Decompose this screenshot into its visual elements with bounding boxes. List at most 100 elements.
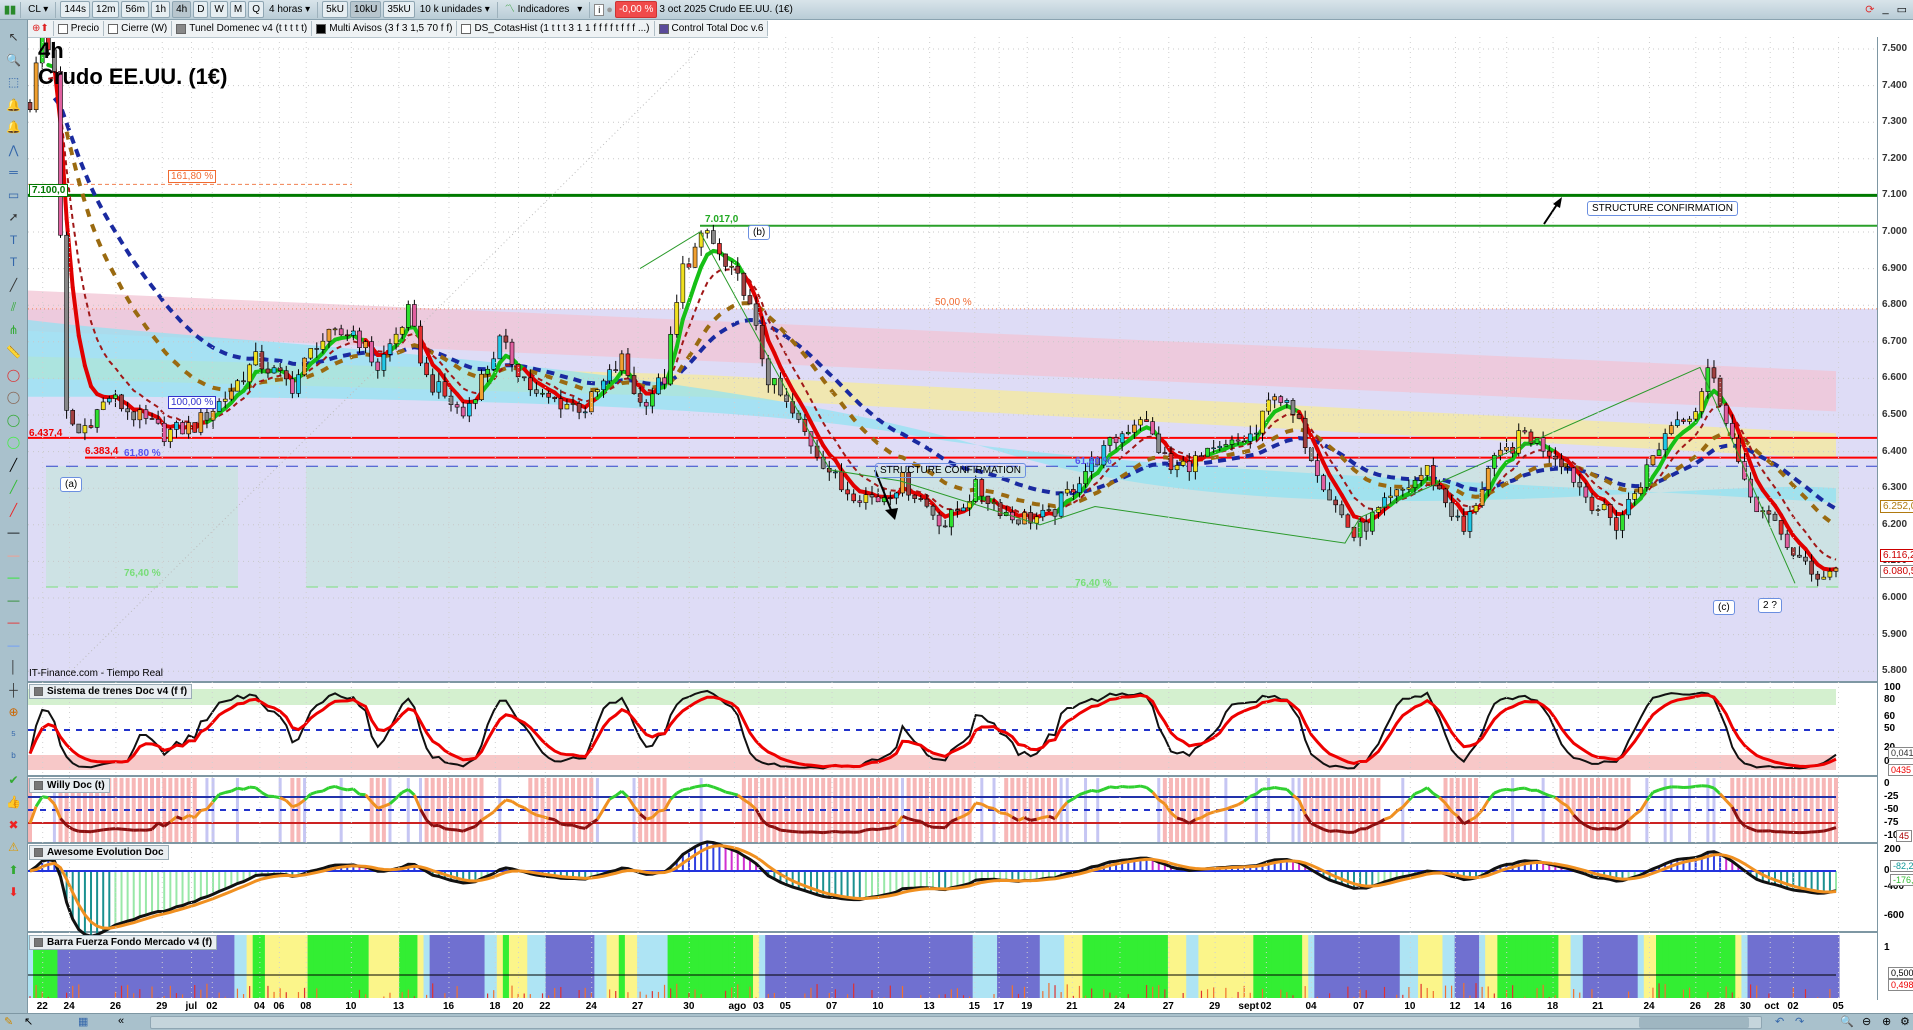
alert-bell-icon[interactable]: 🔔 [5,120,22,134]
cursor-icon[interactable]: ↖ [24,1015,33,1028]
zoom-fit-icon[interactable]: 🔍 [1840,1015,1854,1028]
price-axis-label: 7.100 [1882,189,1907,200]
elliott-letters-icon[interactable]: ᵇ [5,750,22,764]
timeframe-button-12m[interactable]: 12m [92,1,119,18]
willy-bear-stripe [1187,778,1191,842]
legend-item[interactable]: DS_CotasHist (1 t t t 3 1 1 f f f f t f … [457,21,654,36]
black-line-icon[interactable]: ╱ [5,458,22,472]
zoom-in-icon[interactable]: ⊕ [1882,1015,1891,1028]
date-axis-label: 07 [826,1001,837,1012]
timeframe-button-D[interactable]: D [193,1,208,18]
indicators-button[interactable]: 〽 Indicadores [502,2,572,17]
undo-icon[interactable]: ↶ [1775,1015,1784,1028]
indicators-dropdown[interactable]: ▾ [574,2,585,17]
symbol-select[interactable]: CL ▾ [25,2,51,17]
elliott-numbers-icon[interactable]: ⁵ [5,728,22,742]
vline-icon[interactable]: │ [5,660,22,674]
willy-line-segment [884,828,890,829]
text-icon[interactable]: T [5,233,22,247]
timeframe-button-144s[interactable]: 144s [60,1,90,18]
alert-icon[interactable]: 🔔 [5,98,22,112]
zoom-icon[interactable]: 🔍 [5,53,22,67]
timeframe-button-56m[interactable]: 56m [121,1,148,18]
panel-title-2[interactable]: Awesome Evolution Doc [29,845,169,860]
candle-body [864,495,868,503]
force-bar [1638,935,1645,998]
timeframe-button-4h[interactable]: 4h [172,1,191,18]
salmon-hline-icon[interactable]: — [5,548,22,562]
timeframe-button-M[interactable]: M [230,1,246,18]
scroll-left-icon[interactable]: « [118,1015,124,1027]
settings-icon[interactable]: ⚙ [1900,1015,1910,1028]
green-hline-icon[interactable]: — [5,593,22,607]
green-line-icon[interactable]: ╱ [5,480,22,494]
text-box-icon[interactable]: T [5,255,22,269]
legend-item[interactable]: Multi Avisos (3 f 3 1,5 70 f f) [312,21,457,36]
force-bar [1503,935,1510,998]
restore-icon[interactable]: ▭ [1897,3,1907,16]
layout-icon[interactable]: ▦ [78,1015,88,1028]
cross-icon[interactable]: ┼ [5,683,22,697]
thumbs-up-icon[interactable]: 👍 [5,795,22,809]
refresh-icon[interactable]: ⟳ [1865,3,1874,16]
force-bar [790,935,797,998]
pointer-icon[interactable]: ↖ [5,30,22,44]
zoom-out-icon[interactable]: ⊖ [1862,1015,1871,1028]
ellipse-brown-icon[interactable]: ◯ [5,390,22,404]
unit-button-35kU[interactable]: 35kU [383,1,414,18]
force-bar [893,935,900,998]
period-select[interactable]: 4 horas ▾ [266,2,313,17]
unit-button-5kU[interactable]: 5kU [322,1,348,18]
rect-icon[interactable]: ▭ [5,188,22,202]
force-bar [1583,935,1590,998]
blue-hline-icon[interactable]: — [5,638,22,652]
hline-icon[interactable]: ═ [5,165,22,179]
red-hline-icon[interactable]: — [5,615,22,629]
pitchfork-icon[interactable]: ⋔ [5,323,22,337]
lime-hline-icon[interactable]: — [5,570,22,584]
panel-title-1[interactable]: Willy Doc (t) [29,778,110,793]
willy-line-segment [780,830,786,831]
price-chart-canvas[interactable] [0,0,1913,1029]
candle-body [400,327,404,334]
check-icon[interactable]: ✔ [5,773,22,787]
warning-icon[interactable]: ⚠ [5,840,22,854]
legend-item[interactable]: Cierre (W) [104,21,172,36]
panel-title-0[interactable]: Sistema de trenes Doc v4 (f f) [29,684,192,699]
black-hline-icon[interactable]: — [5,525,22,539]
line-icon[interactable]: ╱ [5,278,22,292]
legend-item[interactable]: Tunel Domenec v4 (t t t t t) [172,21,312,36]
legend-item[interactable]: Control Total Doc v.6 [655,21,769,36]
ellipse-lime-icon[interactable]: ◯ [5,435,22,449]
timeframe-button-W[interactable]: W [210,1,227,18]
ellipse-red-icon[interactable]: ◯ [5,368,22,382]
horizontal-scrollbar[interactable] [150,1016,1762,1029]
chart-type-icon[interactable]: ▮▮ [4,3,16,16]
legend-item[interactable]: Precio [54,21,104,36]
arrow-icon[interactable]: ➚ [5,210,22,224]
pencil-icon[interactable]: ✎ [4,1015,13,1028]
minimize-icon[interactable]: _ [1882,3,1888,16]
ellipse-green-icon[interactable]: ◯ [5,413,22,427]
down-arrow-icon[interactable]: ⬇ [5,885,22,899]
redo-icon[interactable]: ↷ [1795,1015,1804,1028]
legend-color-icons[interactable]: ⊕⬆ [28,21,54,36]
unit-button-10kU[interactable]: 10kU [350,1,381,18]
timeframe-button-Q[interactable]: Q [248,1,264,18]
ruler-icon[interactable]: 📏 [5,345,22,359]
channel-icon[interactable]: ⫽ [5,300,22,314]
x-icon[interactable]: ✖ [5,818,22,832]
unit-select[interactable]: 10 k unidades ▾ [417,2,493,17]
red-line-icon[interactable]: ╱ [5,503,22,517]
up-arrow-icon[interactable]: ⬆ [5,863,22,877]
candle-body [693,247,697,267]
fib-icon[interactable]: ⋀ [5,143,22,157]
info-icon[interactable]: i [594,4,604,16]
timeframe-button-1h[interactable]: 1h [151,1,170,18]
panel-title-3[interactable]: Barra Fuerza Fondo Mercado v4 (f) [29,935,217,950]
zoom-area-icon[interactable]: ⬚ [5,75,22,89]
scrollbar-thumb[interactable] [1639,1017,1749,1028]
willy-line-segment [1092,790,1098,791]
candle-body [998,502,1002,515]
target-icon[interactable]: ⊕ [5,705,22,719]
